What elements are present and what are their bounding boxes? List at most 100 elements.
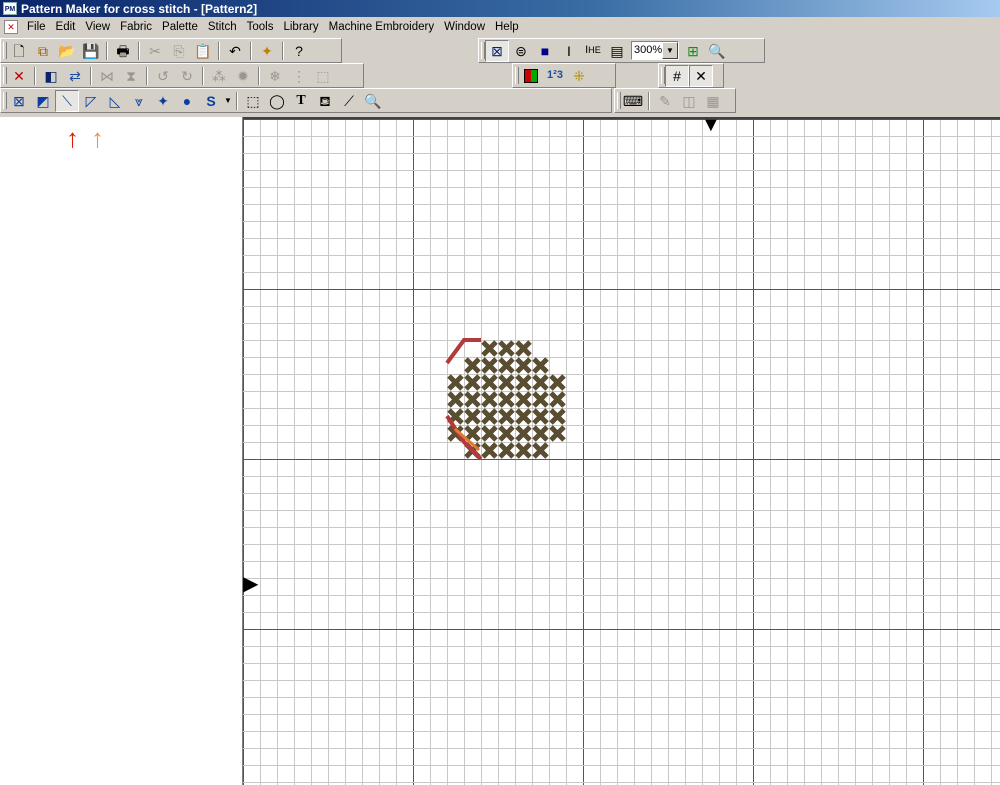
magnifier-icon[interactable]: 🔍 — [361, 90, 385, 112]
view-symbols-icon[interactable]: ⊜ — [509, 40, 533, 62]
select-area-icon[interactable]: ⬚ — [311, 65, 335, 87]
rotate-right-icon[interactable]: ↻ — [175, 65, 199, 87]
menu-file[interactable]: File — [22, 17, 51, 37]
text-tool-button[interactable]: T — [289, 90, 313, 112]
chevron-down-icon[interactable]: ▼ — [223, 90, 233, 112]
mirror-half-icon[interactable]: ⋮ — [287, 65, 311, 87]
open-folder-icon[interactable]: 📂 — [55, 40, 79, 62]
swap-colors-icon[interactable]: ⇄ — [63, 65, 87, 87]
text-cursor-icon[interactable]: I — [557, 40, 581, 62]
toolbar-separator — [90, 66, 92, 85]
toolbar-separator — [250, 41, 252, 60]
menu-view[interactable]: View — [80, 17, 115, 37]
menu-help[interactable]: Help — [490, 17, 524, 37]
chevron-down-icon[interactable]: ▼ — [662, 42, 678, 59]
half-stitch-icon[interactable]: ⟍ — [55, 89, 79, 112]
line-height-icon[interactable]: I HE — [581, 40, 605, 62]
copy-icon[interactable]: ⎘ — [167, 40, 191, 62]
page-view-icon[interactable]: ▤ — [605, 40, 629, 62]
gear-icon[interactable]: ✹ — [231, 65, 255, 87]
palette-toolbar: 1²3 ⁜ — [512, 63, 616, 88]
vertical-center-marker-icon: ▼ — [701, 117, 721, 136]
split-view-icon[interactable]: ◫ — [677, 90, 701, 112]
app-logo-icon: PM — [3, 2, 17, 15]
red-annotation-arrow: ↑ — [66, 123, 79, 153]
toolbar-separator — [218, 41, 220, 60]
menu-window[interactable]: Window — [439, 17, 490, 37]
print-icon[interactable]: 🖶 — [111, 40, 135, 62]
rectangle-select-icon[interactable]: ⬚ — [241, 90, 265, 112]
palette-panel[interactable]: ↑ ↑ — [0, 117, 243, 785]
save-icon[interactable]: 💾 — [79, 40, 103, 62]
menu-library[interactable]: Library — [278, 17, 323, 37]
pattern-canvas[interactable]: ▼ ▶ — [243, 117, 1000, 785]
three-quarter-stitch-icon[interactable]: ◺ — [103, 90, 127, 112]
cross-view-icon[interactable]: ✕ — [689, 64, 713, 87]
toolbar-separator — [282, 41, 284, 60]
flip-vertical-icon[interactable]: ⧗ — [119, 65, 143, 87]
standard-toolbar: 🗋 ⧉ 📂 💾 🖶 ✂ ⎘ 📋 ↶ ✦ ? — [0, 38, 342, 63]
backstitch-grid-icon[interactable]: ⁜ — [567, 65, 591, 87]
special-stitch-button[interactable]: S — [199, 90, 223, 112]
whats-this-icon[interactable]: ✦ — [255, 40, 279, 62]
orange-annotation-arrow: ↑ — [91, 123, 104, 153]
window-title: Pattern Maker for cross stitch - [Patter… — [21, 1, 258, 16]
menu-tools[interactable]: Tools — [242, 17, 279, 37]
toolbar-separator — [146, 66, 148, 85]
keyboard-icon[interactable]: ⌨ — [621, 90, 645, 112]
backstitch-icon[interactable]: ⩔ — [127, 90, 151, 112]
menu-palette[interactable]: Palette — [157, 17, 203, 37]
document-menu-icon[interactable]: ✕ — [4, 20, 18, 34]
cut-icon[interactable]: ✂ — [143, 40, 167, 62]
new-file-icon[interactable]: 🗋 — [7, 40, 31, 62]
menu-edit[interactable]: Edit — [51, 17, 81, 37]
help-icon[interactable]: ? — [287, 40, 311, 62]
zoom-select[interactable]: 300% ▼ — [631, 41, 679, 60]
toolbar-separator — [648, 91, 650, 110]
new-from-template-icon[interactable]: ⧉ — [31, 40, 55, 62]
half-stitch-corner-icon[interactable]: ◩ — [31, 90, 55, 112]
menu-fabric[interactable]: Fabric — [115, 17, 157, 37]
page-icon[interactable]: ▦ — [701, 90, 725, 112]
palette-colors-icon[interactable] — [519, 65, 543, 87]
bead-icon[interactable]: ● — [175, 90, 199, 112]
zoom-to-fit-icon[interactable]: ⊞ — [681, 40, 705, 62]
toolbar-separator — [34, 66, 36, 85]
replace-color-icon[interactable]: ◧ — [39, 65, 63, 87]
edit-toolbar: ✕ ◧ ⇄ ⋈ ⧗ ↺ ↻ ⁂ ✹ ❄ ⋮ ⬚ — [0, 63, 364, 88]
view-color-blocks-icon[interactable]: ■ — [533, 40, 557, 62]
toolbar-area: 🗋 ⧉ 📂 💾 🖶 ✂ ⎘ 📋 ↶ ✦ ? ⊠ ⊜ ■ I I HE ▤ 300%… — [0, 38, 1000, 116]
numbered-symbols-icon[interactable]: 1²3 — [543, 65, 567, 87]
toolbar-separator — [236, 91, 238, 110]
stitch-grid[interactable] — [243, 119, 1000, 785]
paste-icon[interactable]: 📋 — [191, 40, 215, 62]
menu-machine-embroidery[interactable]: Machine Embroidery — [324, 17, 439, 37]
delete-icon[interactable]: ✕ — [7, 65, 31, 87]
ellipse-select-icon[interactable]: ◯ — [265, 90, 289, 112]
fill-bucket-icon[interactable]: ⛾ — [313, 90, 337, 112]
flip-horizontal-icon[interactable]: ⋈ — [95, 65, 119, 87]
eyedropper-icon[interactable]: ⟋ — [337, 90, 361, 112]
title-bar: PM Pattern Maker for cross stitch - [Pat… — [0, 0, 1000, 17]
toolbar-separator — [258, 66, 260, 85]
french-knot-icon[interactable]: ✦ — [151, 90, 175, 112]
quarter-stitch-icon[interactable]: ◸ — [79, 90, 103, 112]
misc-toolbar: ⌨ ✎ ◫ ▦ — [614, 88, 736, 113]
view-stitches-icon[interactable]: ⊠ — [485, 39, 509, 62]
draw-line-icon[interactable]: ✎ — [653, 90, 677, 112]
zoom-icon[interactable]: 🔍 — [705, 40, 729, 62]
grid-icon[interactable]: # — [665, 64, 689, 87]
horizontal-center-marker-icon: ▶ — [243, 573, 259, 595]
toolbar-separator — [138, 41, 140, 60]
undo-icon[interactable]: ↶ — [223, 40, 247, 62]
rotate-left-icon[interactable]: ↺ — [151, 65, 175, 87]
view-toolbar: ⊠ ⊜ ■ I I HE ▤ 300% ▼ ⊞ 🔍 — [478, 38, 765, 63]
zoom-value[interactable]: 300% — [632, 42, 662, 59]
mirror-quadrant-icon[interactable]: ❄ — [263, 65, 287, 87]
toolbar-separator — [106, 41, 108, 60]
toolbar-separator — [202, 66, 204, 85]
grow-selection-icon[interactable]: ⁂ — [207, 65, 231, 87]
grid-toolbar: # ✕ — [658, 63, 724, 88]
menu-stitch[interactable]: Stitch — [203, 17, 242, 37]
full-stitch-icon[interactable]: ⊠ — [7, 90, 31, 112]
